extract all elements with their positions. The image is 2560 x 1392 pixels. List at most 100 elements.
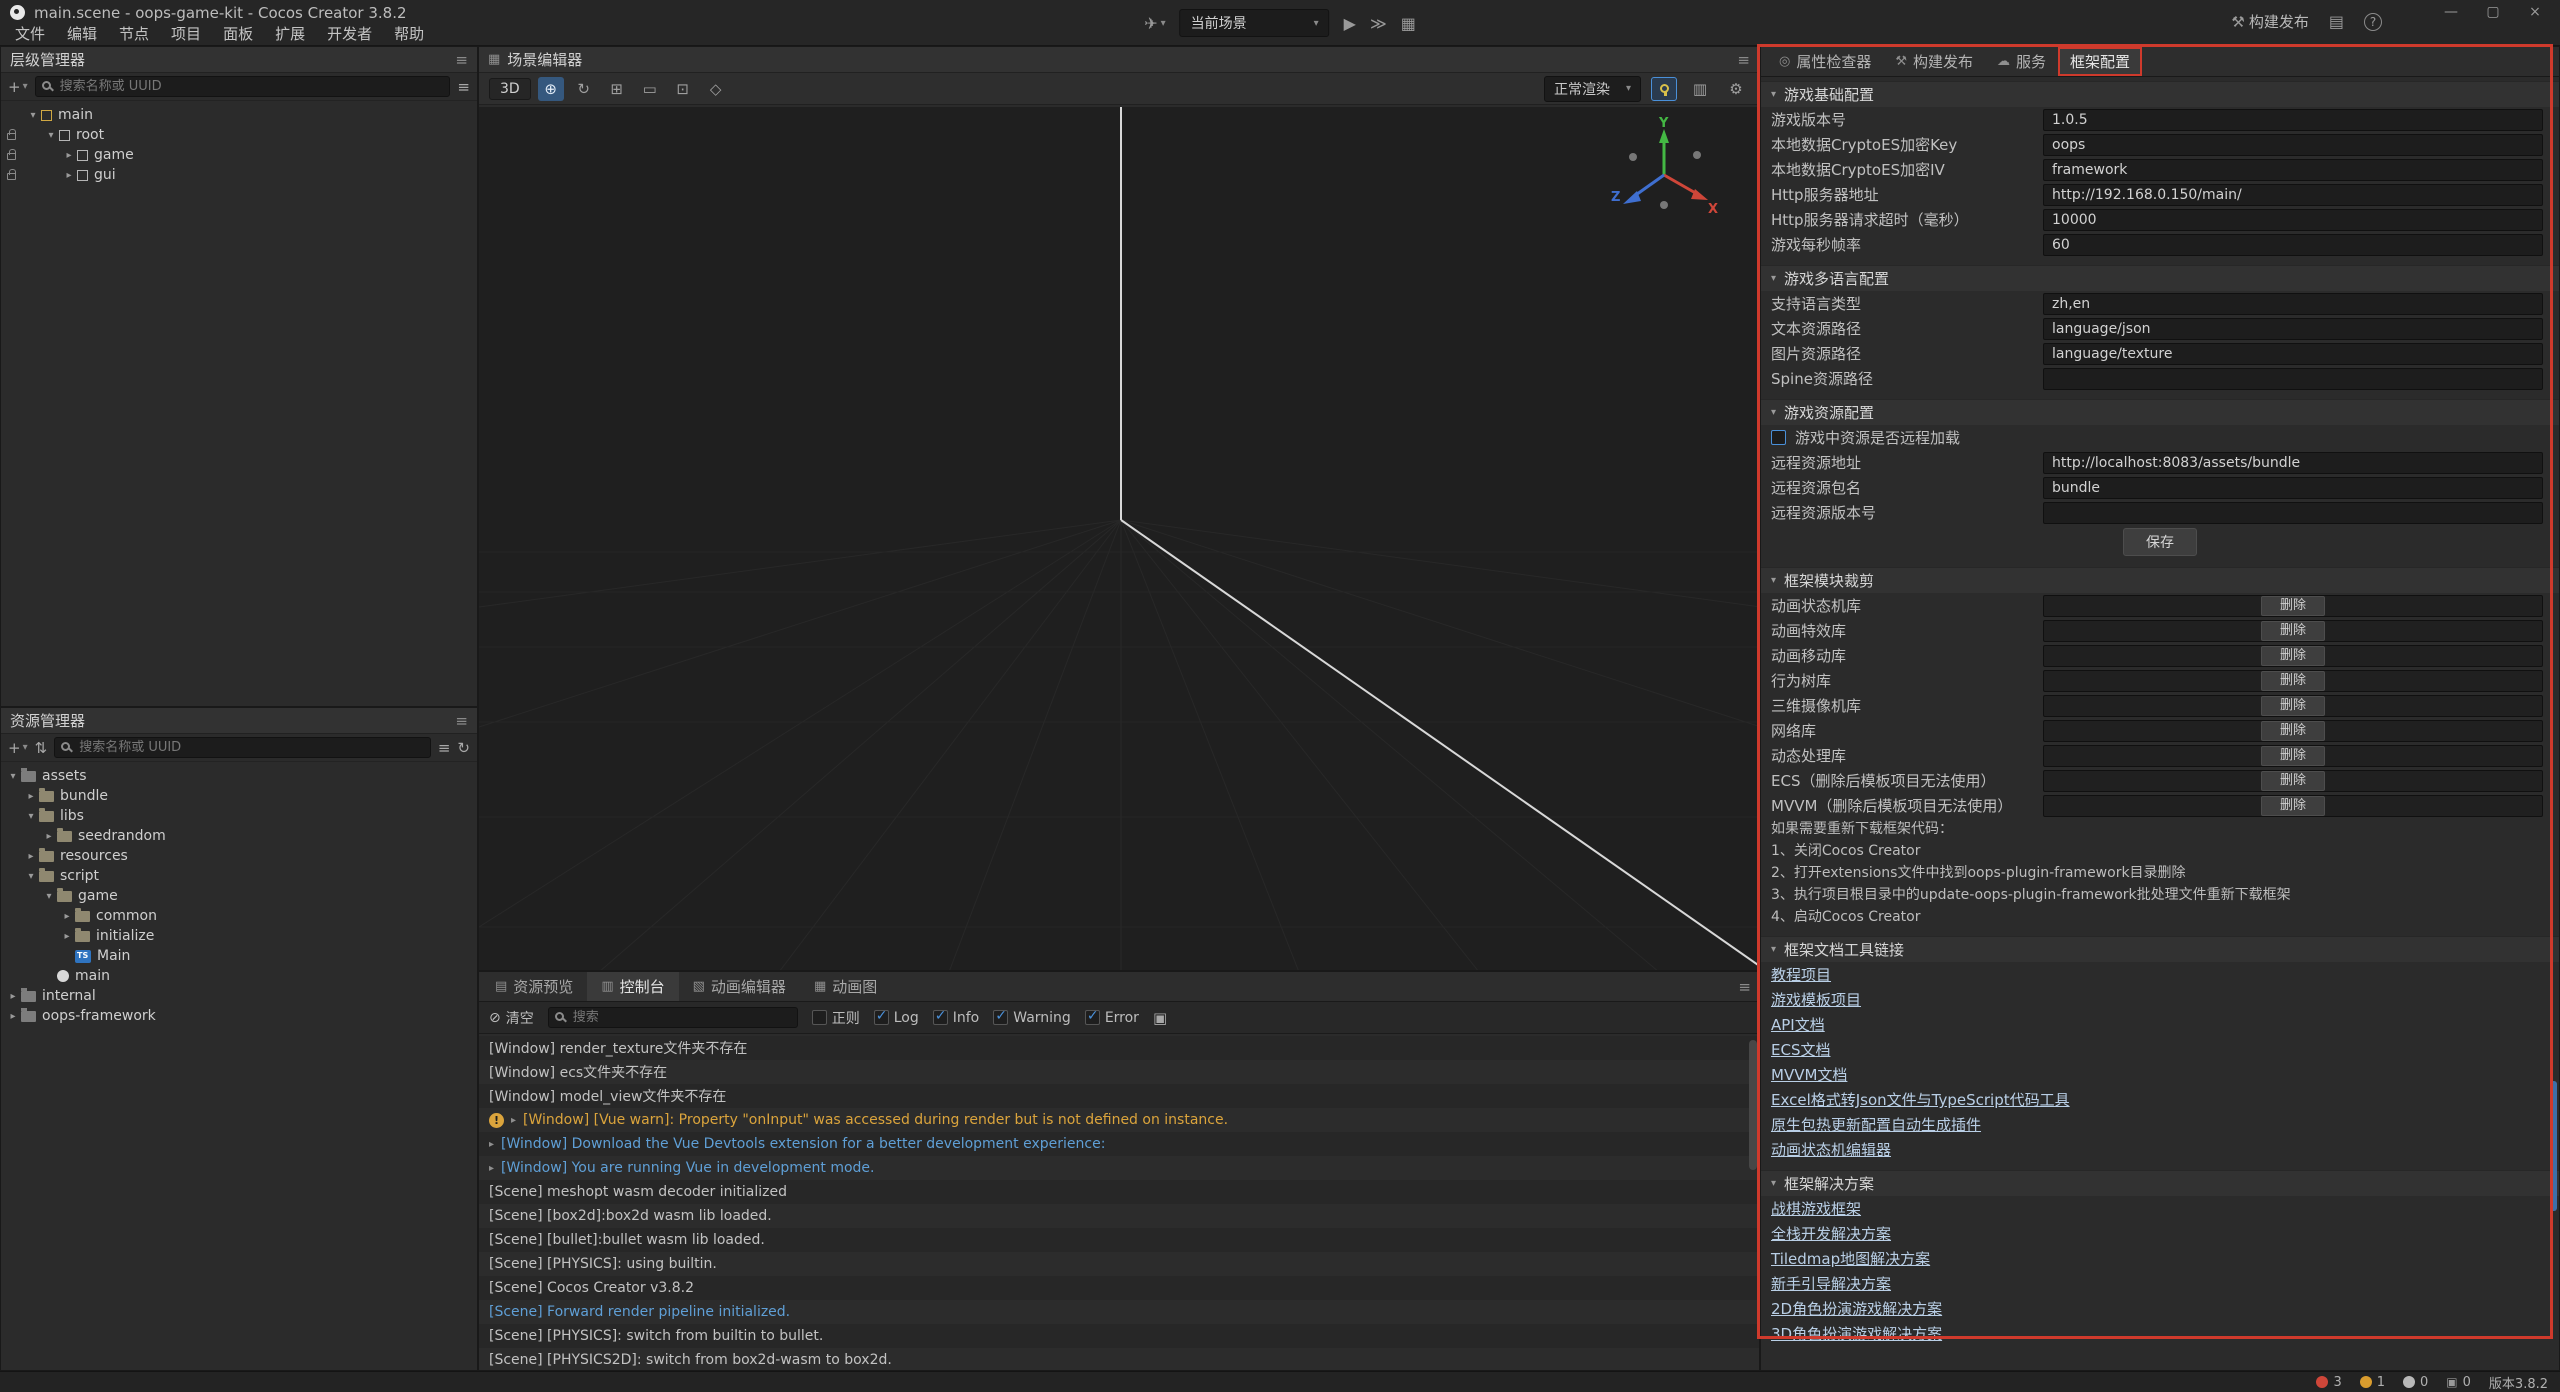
expand-arrow-icon[interactable] (23, 811, 39, 822)
checkbox-icon[interactable] (933, 1010, 948, 1025)
doc-link[interactable]: 教程项目 (1771, 964, 1831, 985)
tab-services[interactable]: ☁服务 (1985, 47, 2058, 76)
doc-link[interactable]: 新手引导解决方案 (1771, 1273, 1891, 1294)
doc-link[interactable]: 游戏模板项目 (1771, 989, 1861, 1010)
warning-count[interactable]: 1 (2360, 1375, 2385, 1390)
axis-gizmo[interactable]: Y X Z (1609, 117, 1719, 227)
create-asset-button[interactable]: +▾ (8, 739, 28, 757)
asset-node-row[interactable]: oops-framework (1, 1006, 477, 1026)
minimize-button[interactable]: — (2430, 0, 2472, 24)
hierarchy-node-row[interactable]: root (1, 125, 477, 145)
menu-item[interactable]: 节点 (108, 23, 160, 46)
expand-arrow-icon[interactable] (61, 150, 77, 161)
tab-animation-graph[interactable]: ▦动画图 (800, 972, 891, 1001)
expand-arrow-icon[interactable]: ▸ (511, 1115, 516, 1126)
expand-arrow-icon[interactable] (59, 911, 75, 922)
hierarchy-node-row[interactable]: gui (1, 165, 477, 185)
asset-node-row[interactable]: main (1, 966, 477, 986)
camera-view-icon[interactable]: ▥ (1687, 77, 1713, 101)
toggle-3d-button[interactable]: 3D (489, 78, 531, 100)
panel-menu-icon[interactable]: ≡ (1737, 51, 1750, 69)
console-filter[interactable]: Log (874, 1010, 919, 1026)
preview-platform-button[interactable]: ✈▾ (1144, 14, 1165, 33)
doc-link[interactable]: 2D角色扮演游戏解决方案 (1771, 1298, 1942, 1319)
asset-node-row[interactable]: assets (1, 766, 477, 786)
hierarchy-search-input[interactable] (35, 76, 451, 97)
tab-build-publish[interactable]: ⚒构建发布 (1883, 47, 1985, 76)
modules-button[interactable]: ▦ (1401, 14, 1416, 33)
doc-link[interactable]: 全栈开发解决方案 (1771, 1223, 1891, 1244)
field-input[interactable] (2043, 368, 2543, 390)
expand-arrow-icon[interactable] (5, 991, 21, 1002)
inspector-scrollbar[interactable] (2550, 1081, 2557, 1211)
expand-arrow-icon[interactable] (41, 891, 57, 902)
delete-button[interactable]: 删除 (2261, 746, 2325, 766)
delete-button[interactable]: 删除 (2261, 771, 2325, 791)
console-log-row[interactable]: ! ▸ [Scene] Forward render pipeline init… (479, 1300, 1759, 1324)
sort-icon[interactable]: ⇅ (35, 739, 48, 757)
menu-item[interactable]: 文件 (4, 23, 56, 46)
tab-asset-preview[interactable]: ▤资源预览 (481, 972, 587, 1001)
expand-arrow-icon[interactable] (41, 831, 57, 842)
console-log-row[interactable]: ! ▸ [Window] [Vue warn]: Property "onInp… (479, 1108, 1759, 1132)
scene-light-toggle[interactable] (1651, 77, 1677, 101)
info-count[interactable]: 0 (2403, 1375, 2428, 1390)
rect-tool-icon[interactable]: ▭ (637, 77, 663, 101)
tab-framework-config[interactable]: 框架配置 (2058, 47, 2142, 76)
frames-icon[interactable]: ▤ (2329, 12, 2344, 31)
gizmo-pivot-icon[interactable]: ⊡ (670, 77, 696, 101)
field-input[interactable]: framework (2043, 159, 2543, 181)
collapse-logs-icon[interactable]: ▣ (1153, 1009, 1167, 1027)
delete-button[interactable]: 删除 (2261, 796, 2325, 816)
menu-item[interactable]: 项目 (160, 23, 212, 46)
console-log-row[interactable]: ! ▸ [Scene] [PHYSICS2D]: switch from box… (479, 1348, 1759, 1370)
help-button[interactable]: ? (2364, 13, 2382, 31)
delete-button[interactable]: 删除 (2261, 621, 2325, 641)
console-log-row[interactable]: ! ▸ [Scene] meshopt wasm decoder initial… (479, 1180, 1759, 1204)
console-search-input[interactable] (548, 1007, 798, 1028)
expand-arrow-icon[interactable] (61, 170, 77, 181)
asset-node-row[interactable]: seedrandom (1, 826, 477, 846)
asset-node-row[interactable]: resources (1, 846, 477, 866)
refresh-icon[interactable]: ↻ (457, 739, 470, 757)
asset-node-row[interactable]: bundle (1, 786, 477, 806)
filter-icon[interactable]: ≡ (457, 78, 470, 96)
delete-button[interactable]: 删除 (2261, 721, 2325, 741)
checkbox-icon[interactable] (812, 1010, 827, 1025)
regex-toggle[interactable]: 正则 (812, 1008, 860, 1028)
move-tool-icon[interactable]: ⊕ (538, 77, 564, 101)
console-log-row[interactable]: ! ▸ [Scene] Cocos Creator v3.8.2 (479, 1276, 1759, 1300)
expand-arrow-icon[interactable]: ▸ (489, 1163, 494, 1174)
error-count[interactable]: 3 (2316, 1375, 2341, 1390)
field-input[interactable]: 60 (2043, 234, 2543, 256)
clear-console-button[interactable]: ⊘清空 (489, 1008, 534, 1028)
console-log-row[interactable]: ! ▸ [Scene] [PHYSICS]: using builtin. (479, 1252, 1759, 1276)
lock-icon[interactable] (7, 133, 16, 140)
gizmo-space-icon[interactable]: ◇ (703, 77, 729, 101)
menu-item[interactable]: 开发者 (316, 23, 383, 46)
field-input[interactable]: http://localhost:8083/assets/bundle (2043, 452, 2543, 474)
tab-animation-editor[interactable]: ▧动画编辑器 (679, 972, 800, 1001)
expand-arrow-icon[interactable] (59, 931, 75, 942)
checkbox-icon[interactable] (993, 1010, 1008, 1025)
build-publish-button[interactable]: ⚒构建发布 (2231, 11, 2308, 32)
console-filter[interactable]: Warning (993, 1010, 1071, 1026)
doc-link[interactable]: 战棋游戏框架 (1771, 1198, 1861, 1219)
expand-arrow-icon[interactable] (25, 110, 41, 121)
asset-node-row[interactable]: internal (1, 986, 477, 1006)
gear-icon[interactable]: ⚙ (1723, 77, 1749, 101)
menu-item[interactable]: 面板 (212, 23, 264, 46)
expand-arrow-icon[interactable]: ▸ (489, 1139, 494, 1150)
console-log-row[interactable]: ! ▸ [Window] Download the Vue Devtools e… (479, 1132, 1759, 1156)
doc-link[interactable]: Tiledmap地图解决方案 (1771, 1248, 1930, 1269)
close-button[interactable]: × (2514, 0, 2556, 24)
doc-link[interactable]: MVVM文档 (1771, 1064, 1847, 1085)
expand-arrow-icon[interactable] (5, 771, 21, 782)
asset-node-row[interactable]: libs (1, 806, 477, 826)
checkbox-icon[interactable] (1085, 1010, 1100, 1025)
save-button[interactable]: 保存 (2123, 528, 2197, 556)
console-log-row[interactable]: ! ▸ [Window] You are running Vue in deve… (479, 1156, 1759, 1180)
section-resource-config[interactable]: ▾游戏资源配置 (1761, 399, 2559, 425)
doc-link[interactable]: 动画状态机编辑器 (1771, 1139, 1891, 1160)
assets-search-input[interactable] (54, 737, 431, 758)
